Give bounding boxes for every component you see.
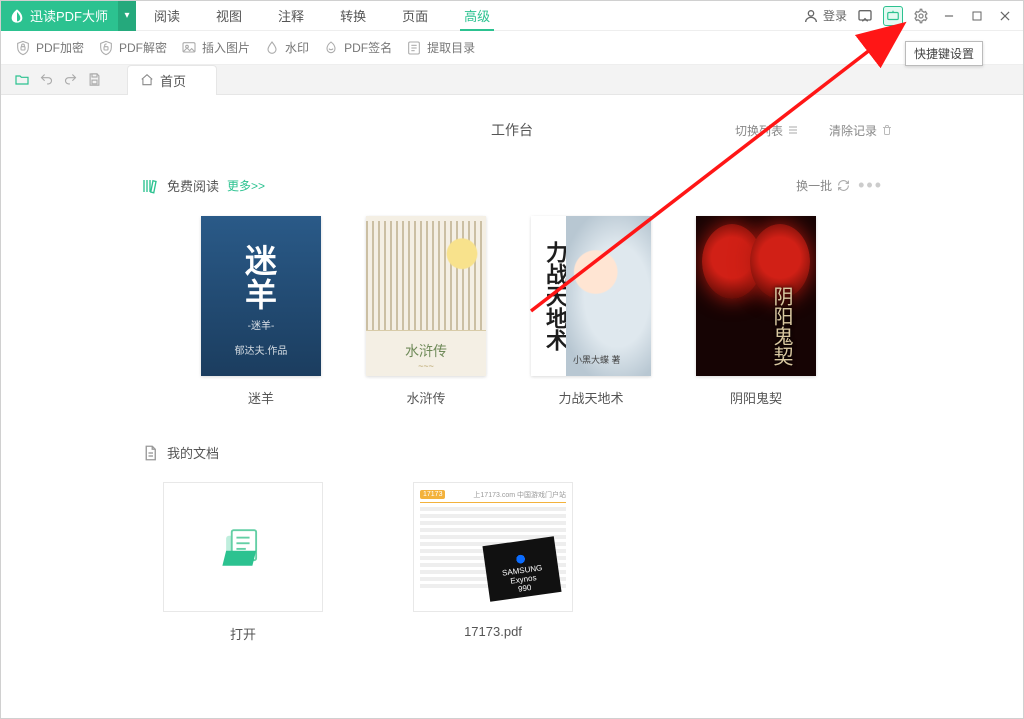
shield-lock-icon	[15, 40, 31, 56]
tab-home[interactable]: 首页	[127, 65, 217, 95]
maximize-button[interactable]	[967, 6, 987, 26]
menu-tab-advanced[interactable]: 高级	[446, 1, 508, 31]
section-my-docs: 我的文档	[1, 443, 1023, 462]
quick-access-row: 首页	[1, 65, 1023, 95]
save-button[interactable]	[83, 69, 105, 91]
book-item[interactable]: 水浒传 ~~~ 水浒传	[366, 216, 486, 407]
droplet-icon	[264, 40, 280, 56]
open-folder-button[interactable]	[11, 69, 33, 91]
open-file-icon	[213, 517, 273, 577]
ribbon-watermark[interactable]: 水印	[264, 39, 309, 56]
shuffle-button[interactable]: 换一批	[796, 177, 850, 194]
section-my-docs-title: 我的文档	[167, 443, 219, 462]
book-item[interactable]: 力战天地术 小黑大蝶 著 力战天地术	[531, 216, 651, 407]
content-area: 工作台 切换列表 清除记录 免费阅读 更多>> 换一批 ••• 迷 羊 -迷	[1, 95, 1023, 718]
section-free-reading: 免费阅读 更多>> 换一批 •••	[1, 175, 1023, 196]
menu-tab-view[interactable]: 视图	[198, 1, 260, 31]
shortcut-tooltip: 快捷键设置	[905, 41, 983, 66]
books-icon	[141, 177, 159, 195]
open-file-thumb	[163, 482, 323, 612]
shortcut-settings-button[interactable]	[883, 6, 903, 26]
ribbon-watermark-label: 水印	[285, 39, 309, 56]
ribbon-signature-label: PDF签名	[344, 39, 392, 56]
feedback-icon[interactable]	[855, 6, 875, 26]
trash-icon	[881, 124, 893, 136]
open-file-card[interactable]: 打开	[163, 482, 323, 643]
book-cover: 阴阳鬼契	[696, 216, 816, 376]
book-title: 力战天地术	[558, 388, 623, 407]
image-insert-icon	[181, 40, 197, 56]
more-options-button[interactable]: •••	[858, 175, 883, 196]
book-item[interactable]: 迷 羊 -迷羊- 郁达夫.作品 迷羊	[201, 216, 321, 407]
close-button[interactable]	[995, 6, 1015, 26]
title-actions: 登录	[803, 6, 1023, 26]
workspace-header: 工作台 切换列表 清除记录	[1, 95, 1023, 165]
redo-button[interactable]	[59, 69, 81, 91]
refresh-icon	[837, 179, 850, 192]
ribbon-extract-toc[interactable]: 提取目录	[406, 39, 475, 56]
leaf-icon	[9, 8, 25, 24]
ribbon-decrypt-label: PDF解密	[119, 39, 167, 56]
book-cover: 力战天地术 小黑大蝶 著	[531, 216, 651, 376]
clear-history-label: 清除记录	[829, 122, 877, 139]
app-name: 迅读PDF大师	[30, 6, 108, 25]
list-icon	[787, 124, 799, 136]
doc-row: 打开 17173 上17173.com 中国游戏门户站 SAMSUNG Exyn…	[1, 462, 1023, 643]
book-cover: 水浒传 ~~~	[366, 216, 486, 376]
app-menu-caret[interactable]: ▾	[118, 1, 136, 31]
switch-list-label: 切换列表	[735, 122, 783, 139]
clear-history-button[interactable]: 清除记录	[829, 122, 893, 139]
ribbon-toolbar: PDF加密 PDF解密 插入图片 水印 PDF签名 提取目录	[1, 31, 1023, 65]
menu-tabs: 阅读 视图 注释 转换 页面 高级	[136, 1, 508, 31]
book-title: 水浒传	[406, 388, 445, 407]
signature-icon	[323, 40, 339, 56]
menu-tab-page[interactable]: 页面	[384, 1, 446, 31]
doc-thumb: 17173 上17173.com 中国游戏门户站 SAMSUNG Exynos …	[413, 482, 573, 612]
doc-title: 17173.pdf	[464, 624, 522, 639]
ribbon-encrypt-label: PDF加密	[36, 39, 84, 56]
shield-unlock-icon	[98, 40, 114, 56]
undo-button[interactable]	[35, 69, 57, 91]
document-icon	[141, 444, 159, 462]
ribbon-decrypt[interactable]: PDF解密	[98, 39, 167, 56]
workspace-title: 工作台	[491, 120, 533, 140]
menu-tab-annotate[interactable]: 注释	[260, 1, 322, 31]
ribbon-insert-image[interactable]: 插入图片	[181, 39, 250, 56]
more-link[interactable]: 更多>>	[227, 177, 265, 194]
book-row: 迷 羊 -迷羊- 郁达夫.作品 迷羊 水浒传 ~~~ 水浒传 力战天地术 小黑大…	[1, 196, 1023, 407]
book-title: 阴阳鬼契	[730, 388, 782, 407]
home-icon	[140, 73, 154, 87]
ribbon-signature[interactable]: PDF签名	[323, 39, 392, 56]
shuffle-label: 换一批	[796, 177, 832, 194]
ribbon-extract-toc-label: 提取目录	[427, 39, 475, 56]
login-label: 登录	[823, 7, 847, 24]
app-brand: 迅读PDF大师	[1, 1, 118, 31]
ribbon-insert-image-label: 插入图片	[202, 39, 250, 56]
menu-tab-convert[interactable]: 转换	[322, 1, 384, 31]
minimize-button[interactable]	[939, 6, 959, 26]
book-title: 迷羊	[248, 388, 274, 407]
doc-title: 打开	[230, 624, 256, 643]
tab-home-label: 首页	[160, 71, 186, 90]
user-icon	[803, 8, 819, 24]
switch-list-button[interactable]: 切换列表	[735, 122, 799, 139]
settings-icon[interactable]	[911, 6, 931, 26]
menu-tab-read[interactable]: 阅读	[136, 1, 198, 31]
extract-toc-icon	[406, 40, 422, 56]
ribbon-encrypt[interactable]: PDF加密	[15, 39, 84, 56]
title-bar: 迅读PDF大师 ▾ 阅读 视图 注释 转换 页面 高级 登录	[1, 1, 1023, 31]
book-item[interactable]: 阴阳鬼契 阴阳鬼契	[696, 216, 816, 407]
recent-doc-card[interactable]: 17173 上17173.com 中国游戏门户站 SAMSUNG Exynos …	[413, 482, 573, 643]
login-button[interactable]: 登录	[803, 7, 847, 24]
section-free-reading-title: 免费阅读	[167, 176, 219, 195]
book-cover: 迷 羊 -迷羊- 郁达夫.作品	[201, 216, 321, 376]
